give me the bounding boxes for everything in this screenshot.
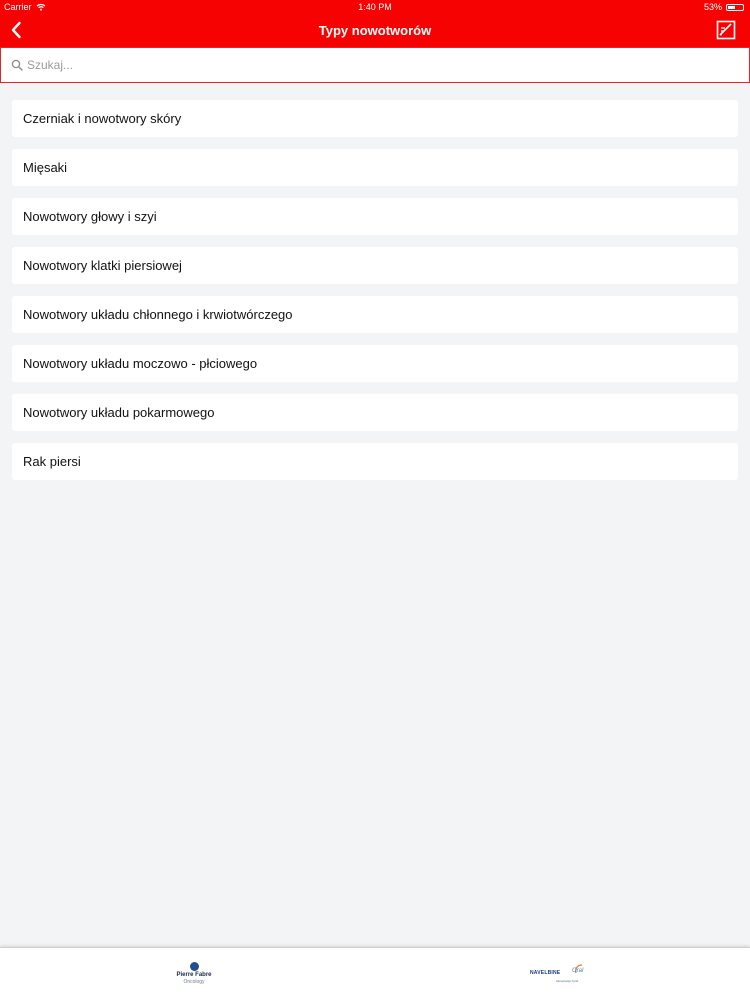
list-item-label: Nowotwory głowy i szyi [23, 209, 157, 224]
page-title: Typy nowotworów [318, 23, 432, 38]
document-pen-icon [716, 20, 736, 40]
footer: Pierre Fabre Oncology NAVELBINE Oral Akc… [0, 947, 750, 1000]
search-input[interactable] [27, 54, 727, 76]
list-item-label: Nowotwory układu pokarmowego [23, 405, 215, 420]
nav-bar: Typy nowotworów [0, 14, 750, 47]
list-item-label: Nowotwory układu moczowo - płciowego [23, 356, 258, 371]
list-item[interactable]: Nowotwory klatki piersiowej [12, 247, 738, 284]
battery-icon [726, 3, 744, 11]
list-item-label: Czerniak i nowotwory skóry [23, 111, 182, 126]
battery-fill [728, 5, 736, 9]
list-item[interactable]: Czerniak i nowotwory skóry [12, 100, 738, 137]
pierre-fabre-logo-name: Pierre Fabre [176, 972, 212, 978]
tumor-types-list: Czerniak i nowotwory skóry Mięsaki Nowot… [12, 100, 738, 492]
navelbine-logo-oral: Oral [572, 968, 584, 974]
list-item-label: Rak piersi [23, 454, 81, 469]
navelbine-logo: NAVELBINE Oral Akceptacja życia [530, 964, 590, 992]
status-right: 53% [704, 0, 744, 14]
list-item-label: Nowotwory układu chłonnego i krwiotwórcz… [23, 307, 293, 322]
list-item[interactable]: Mięsaki [12, 149, 738, 186]
search-icon [11, 59, 23, 71]
list-item-label: Mięsaki [23, 160, 68, 175]
status-bar: Carrier 1:40 PM 53% [0, 0, 750, 14]
report-button[interactable] [716, 20, 736, 40]
search-bar [0, 47, 750, 83]
list-item-label: Nowotwory klatki piersiowej [23, 258, 182, 273]
battery-percent: 53% [703, 2, 722, 12]
status-time: 1:40 PM [358, 2, 392, 12]
navelbine-logo-name: NAVELBINE [530, 970, 561, 976]
list-item[interactable]: Rak piersi [12, 443, 738, 480]
pierre-fabre-logo-sub: Oncology [183, 979, 205, 985]
list-item[interactable]: Nowotwory układu moczowo - płciowego [12, 345, 738, 382]
list-item[interactable]: Nowotwory układu pokarmowego [12, 394, 738, 431]
list-item[interactable]: Nowotwory układu chłonnego i krwiotwórcz… [12, 296, 738, 333]
pierre-fabre-logo: Pierre Fabre Oncology [168, 962, 220, 992]
pierre-fabre-logo-icon [189, 962, 199, 971]
navelbine-logo-tagline: Akceptacja życia [556, 979, 579, 983]
list-item[interactable]: Nowotwory głowy i szyi [12, 198, 738, 235]
